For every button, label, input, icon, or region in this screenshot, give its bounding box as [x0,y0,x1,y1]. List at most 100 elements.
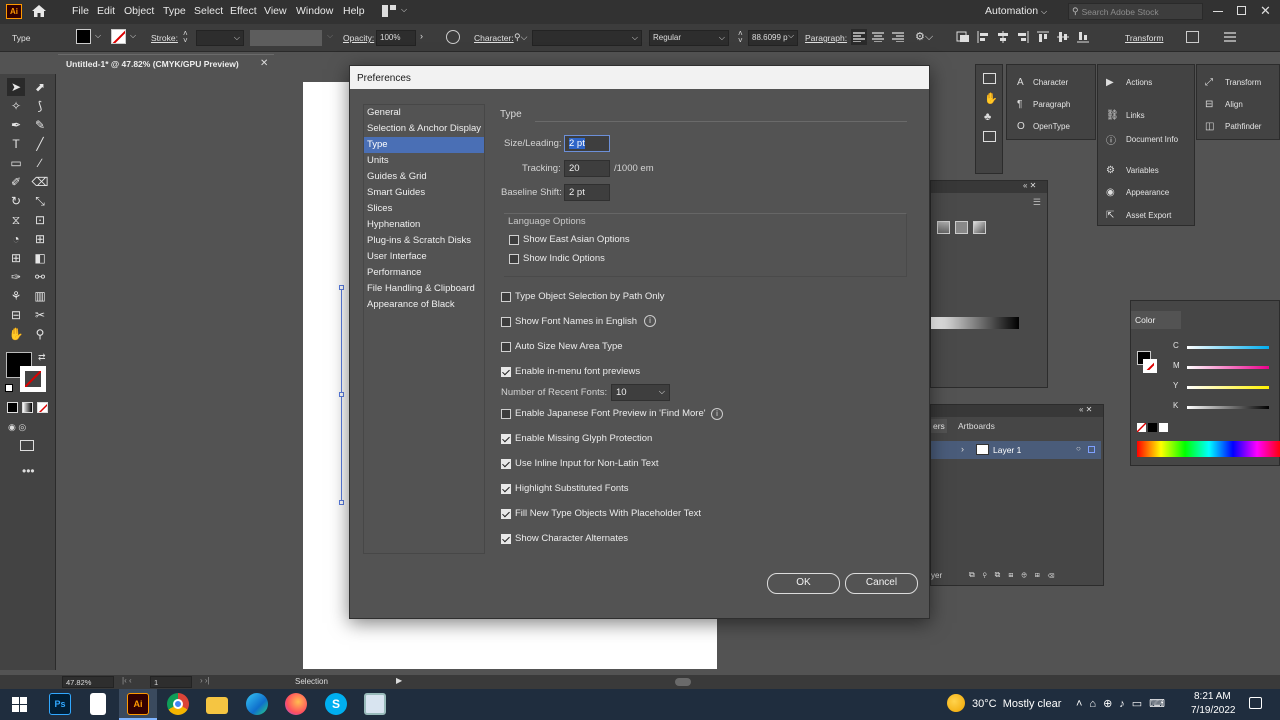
menu-object[interactable]: Object [124,5,154,17]
align-objects-icons[interactable] [956,31,1089,43]
swap-colors-icon[interactable]: ⇄ [38,352,46,363]
file-explorer-taskbar-icon[interactable] [206,697,228,714]
opacity-arrow-icon[interactable]: › [420,31,423,41]
shaper-tool-icon[interactable]: ✐ [7,173,25,191]
artboard-nav-prev[interactable]: |‹ ‹ [122,676,132,685]
info-icon-font-names[interactable]: i [644,315,656,327]
artboards-tab[interactable]: Artboards [958,421,995,431]
panel-pathfinder[interactable]: ◫ Pathfinder [1205,121,1261,132]
category-guides-grid[interactable]: Guides & Grid [364,169,484,185]
selection-handle[interactable] [339,285,344,290]
menu-view[interactable]: View [264,5,287,17]
zoom-tool-icon[interactable]: ⚲ [31,325,49,343]
notifications-icon[interactable] [1249,697,1262,709]
eyedropper-tool-icon[interactable]: ✑ [7,268,25,286]
baseline-shift-field[interactable]: 2 pt [564,184,610,201]
category-performance[interactable]: Performance [364,265,484,281]
chrome-taskbar-icon[interactable] [167,693,189,715]
width-tool-icon[interactable]: ⧖ [7,211,25,229]
image-trace-icon[interactable] [983,73,996,84]
edit-toolbar-icon[interactable]: ••• [22,464,35,478]
weather-text[interactable]: 30°C Mostly clear [972,698,1061,710]
cancel-button[interactable]: Cancel [845,573,918,594]
font-search-icon[interactable]: ⚲⌵ [514,32,527,43]
illustrator-taskbar-icon[interactable]: Ai [127,693,149,715]
checkbox[interactable] [501,433,511,444]
type-tool-icon[interactable]: T [7,135,25,153]
mesh-tool-icon[interactable]: ⊞ [7,249,25,267]
screen-mode-icon[interactable] [20,440,34,451]
restore-button[interactable] [1237,6,1246,15]
size-leading-field[interactable]: 2 pt [564,135,610,152]
category-units[interactable]: Units [364,153,484,169]
column-graph-tool-icon[interactable]: ▥ [31,287,49,305]
direct-selection-tool-icon[interactable]: ⬈ [31,78,49,96]
opacity-field[interactable]: 100% [376,30,416,46]
option-highlight-substituted-fonts[interactable]: Highlight Substituted Fonts [501,483,706,494]
shape-builder-tool-icon[interactable]: ◔ [7,230,25,248]
channel-slider[interactable] [1187,346,1269,349]
arrange-documents-icon[interactable]: ⌵ [382,5,407,17]
option-enable-missing-glyph-protection[interactable]: Enable Missing Glyph Protection [501,433,706,444]
option-show-character-alternates[interactable]: Show Character Alternates [501,533,706,544]
menu-file[interactable]: File [72,5,89,17]
curvature-tool-icon[interactable]: ✎ [31,116,49,134]
clock-time[interactable]: 8:21 AM [1194,691,1231,702]
menu-select[interactable]: Select [194,5,223,17]
category-selection-anchor-display[interactable]: Selection & Anchor Display [364,121,484,137]
panel-actions[interactable]: ▶ Actions [1106,77,1152,88]
stroke-stepper[interactable]: ˄ ˅ [183,30,188,45]
default-colors-icon[interactable] [5,384,13,392]
gradient-tool-icon[interactable]: ◧ [31,249,49,267]
close-window-button[interactable]: ✕ [1260,3,1271,19]
color-mode-buttons[interactable] [7,402,48,413]
artboard-icon[interactable] [983,131,996,142]
free-transform-tool-icon[interactable]: ⊡ [31,211,49,229]
checkbox[interactable] [501,533,511,544]
menu-type[interactable]: Type [163,5,186,17]
panel-menu-icon[interactable] [1224,32,1236,42]
artboard-tool-icon[interactable]: ⊟ [7,306,25,324]
hand-tool-icon[interactable]: ✋ [7,325,25,343]
checkbox[interactable] [501,483,511,494]
checkbox[interactable] [501,341,511,352]
variable-width-profile[interactable] [250,30,322,46]
workspace-switcher[interactable]: Automation ⌵ [985,5,1047,17]
channel-slider[interactable] [1187,406,1269,409]
profile-dropdown-icon[interactable]: ⌵ [327,31,333,41]
menu-window[interactable]: Window [296,5,333,17]
draw-mode-icons[interactable]: ◉ ◎ [8,422,26,433]
search-stock-field[interactable]: ⚲ Search Adobe Stock [1068,3,1203,20]
minimize-button[interactable] [1213,11,1223,12]
panel-transform[interactable]: ⤢ Transform [1205,77,1261,88]
magic-wand-tool-icon[interactable]: ✧ [7,97,25,115]
checkbox[interactable] [501,291,511,302]
option-show-font-names-in-english[interactable]: Show Font Names in English [501,316,664,327]
color-spectrum[interactable] [1137,441,1280,457]
category-slices[interactable]: Slices [364,201,484,217]
font-size-dropdown-icon[interactable]: ⌵ [788,31,794,41]
artboard-number-field[interactable]: 1 [150,676,192,688]
checkbox[interactable] [501,458,511,469]
option-show-indic-options[interactable]: Show Indic Options [509,253,630,264]
panel-document-info[interactable]: ⓘ Document Info [1106,132,1178,147]
checkbox[interactable] [501,508,511,519]
stroke-dropdown-icon[interactable]: ⌵ [130,31,136,41]
checkbox[interactable] [509,253,519,264]
photoshop-taskbar-icon[interactable]: Ps [49,693,71,715]
skype-taskbar-icon[interactable]: S [325,693,347,715]
system-tray-icons[interactable]: ˄⌂⊕♪▭⌨ [1076,697,1172,710]
option-type-object-selection-by-path-only[interactable]: Type Object Selection by Path Only [501,291,664,302]
clock-date[interactable]: 7/19/2022 [1191,705,1236,716]
align-right-icon[interactable] [892,32,904,42]
checkbox[interactable] [501,316,511,327]
category-general[interactable]: General [364,105,484,121]
panel-character[interactable]: A Character [1017,77,1068,88]
zoom-field[interactable]: 47.82% [62,676,114,688]
channel-slider[interactable] [1187,386,1269,389]
panel-variables[interactable]: ⚙ Variables [1106,165,1159,176]
scale-tool-icon[interactable]: ⤡ [31,192,49,210]
align-left-icon[interactable] [851,29,867,45]
blend-tool-icon[interactable]: ⚯ [31,268,49,286]
pen-tool-icon[interactable]: ✒ [7,116,25,134]
